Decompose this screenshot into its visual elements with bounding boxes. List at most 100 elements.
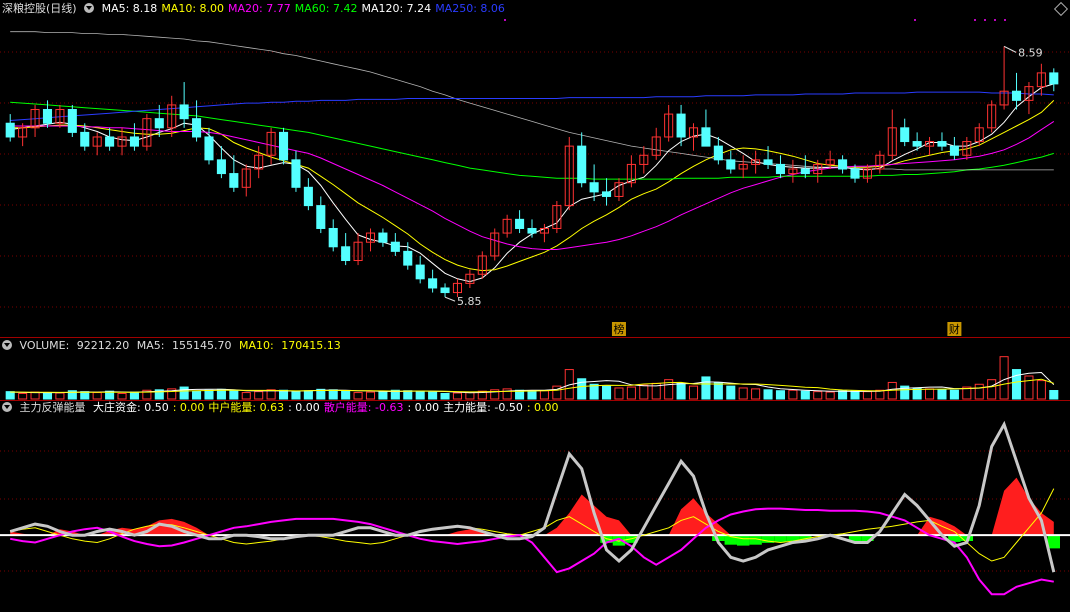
volume-bar <box>440 392 450 400</box>
dropdown-caret-icon[interactable] <box>84 3 95 13</box>
volume-panel[interactable]: VOLUME: 92212.20 MA5: 155145.70 MA10: 17… <box>0 339 1070 400</box>
price-chart[interactable]: 8.59 5.85 榜 财 <box>0 0 1070 337</box>
volume-bar <box>80 391 90 400</box>
volume-bar <box>539 390 549 400</box>
volume-bar <box>825 391 835 400</box>
volume-bar <box>602 385 612 400</box>
indicator-legend-item: 主力能量: -0.50 <box>443 401 523 414</box>
candle-body <box>378 232 388 243</box>
volume-bar <box>278 389 289 400</box>
volume-bar <box>341 390 351 400</box>
candle-body <box>316 205 326 229</box>
volume-value: 92212.20 <box>76 339 130 352</box>
candle-body <box>229 173 239 188</box>
indicator-legend-item: 大庄资金: 0.50 <box>93 401 169 414</box>
candle-body <box>80 131 90 147</box>
volume-bar <box>328 389 338 400</box>
candle-body <box>912 141 922 147</box>
volume-bar <box>949 389 959 400</box>
candle-body <box>701 127 711 147</box>
ma-legend-ma250: MA250: 8.06 <box>435 2 505 15</box>
ma-legend: MA5: 8.18 MA10: 8.00 MA20: 7.77 MA60: 7.42 M… <box>102 2 509 15</box>
volume-bar <box>204 389 214 400</box>
candle-body <box>900 127 910 143</box>
volume-bar <box>117 392 127 400</box>
volume-bar <box>987 379 997 400</box>
high-pointer <box>1003 45 1017 53</box>
candle-body <box>713 145 723 161</box>
signal-dot <box>914 19 916 21</box>
candle-body <box>800 168 810 175</box>
volume-header: VOLUME: 92212.20 MA5: 155145.70 MA10: 17… <box>2 339 345 353</box>
candle-body <box>154 118 164 129</box>
volume-ma10-label: MA10 <box>239 339 271 352</box>
candle-body <box>602 191 612 197</box>
signal-dot <box>974 19 976 21</box>
candle-body <box>5 122 15 138</box>
indicator-legend-item: 散户能量: -0.63 <box>323 401 404 414</box>
candle-body <box>216 159 226 175</box>
volume-ma10-value: 170415.13 <box>281 339 341 352</box>
volume-bar <box>216 388 226 400</box>
volume-bar <box>701 376 711 400</box>
indicator-legend-item: 中户能量: 0.63 <box>208 401 285 414</box>
signal-dot <box>994 19 996 21</box>
negative-energy-bar <box>774 535 787 542</box>
signal-dot <box>504 19 506 21</box>
dropdown-caret-icon[interactable] <box>2 340 12 350</box>
event-marker-text: 榜 <box>613 322 624 336</box>
dropdown-caret-icon[interactable] <box>2 402 12 412</box>
volume-bar <box>403 390 413 400</box>
candle-body <box>403 250 413 266</box>
ma-line-ma10 <box>10 100 1055 272</box>
price-panel[interactable]: 8.59 5.85 榜财 深粮控股(日线) MA5: 8.18 MA10: 8.00 M… <box>0 0 1070 337</box>
volume-bar <box>626 386 636 400</box>
candle-body <box>179 104 189 120</box>
candle-body <box>775 163 786 175</box>
volume-bar <box>452 392 462 400</box>
divider <box>0 337 1070 338</box>
volume-bar <box>179 386 189 400</box>
volume-bar <box>925 388 935 400</box>
volume-bar <box>241 392 251 400</box>
volume-bar <box>502 388 512 400</box>
volume-bar <box>229 390 239 400</box>
volume-bar <box>800 390 810 400</box>
candle-body <box>676 113 686 138</box>
volume-bar <box>92 392 102 400</box>
volume-bar <box>763 389 773 400</box>
volume-bar <box>688 385 699 400</box>
volume-bar <box>5 391 15 400</box>
volume-bar <box>850 390 860 400</box>
candle-body <box>278 131 289 161</box>
candle-body <box>937 141 947 147</box>
negative-energy-bar <box>736 535 750 546</box>
volume-bar <box>639 384 649 400</box>
indicator-panel[interactable]: 主力反弹能量 大庄资金: 0.50: 0.00 中户能量: 0.63: 0.00 散… <box>0 401 1070 612</box>
volume-bar <box>55 392 65 400</box>
indicator-title: 主力反弹能量 <box>19 401 86 414</box>
indicator-chart[interactable] <box>0 401 1070 612</box>
volume-bar <box>30 391 40 400</box>
volume-bar <box>713 381 723 400</box>
candle-body <box>440 287 450 294</box>
ma-legend-ma120: MA120: 7.24 <box>361 2 432 15</box>
volume-bar <box>974 383 984 400</box>
volume-bar <box>738 387 748 400</box>
volume-bar <box>862 391 872 400</box>
price-header: 深粮控股(日线) MA5: 8.18 MA10: 8.00 MA20: 7.77 MA… <box>2 2 513 16</box>
signal-dot <box>984 19 986 21</box>
volume-bar <box>999 356 1009 400</box>
low-price-label: 5.85 <box>457 295 482 308</box>
signal-dot <box>1004 19 1006 21</box>
volume-bar <box>775 390 786 400</box>
ma-legend-ma10: MA10: 8.00 <box>161 2 225 15</box>
volume-bar <box>589 383 599 400</box>
high-price-label: 8.59 <box>1018 46 1043 59</box>
volume-bar <box>129 391 139 400</box>
indicator-header: 主力反弹能量 大庄资金: 0.50: 0.00 中户能量: 0.63: 0.00 散… <box>2 401 567 415</box>
candle-body <box>67 109 77 133</box>
candle-body <box>515 218 525 229</box>
candle-body <box>763 159 773 165</box>
candle-body <box>589 182 599 193</box>
